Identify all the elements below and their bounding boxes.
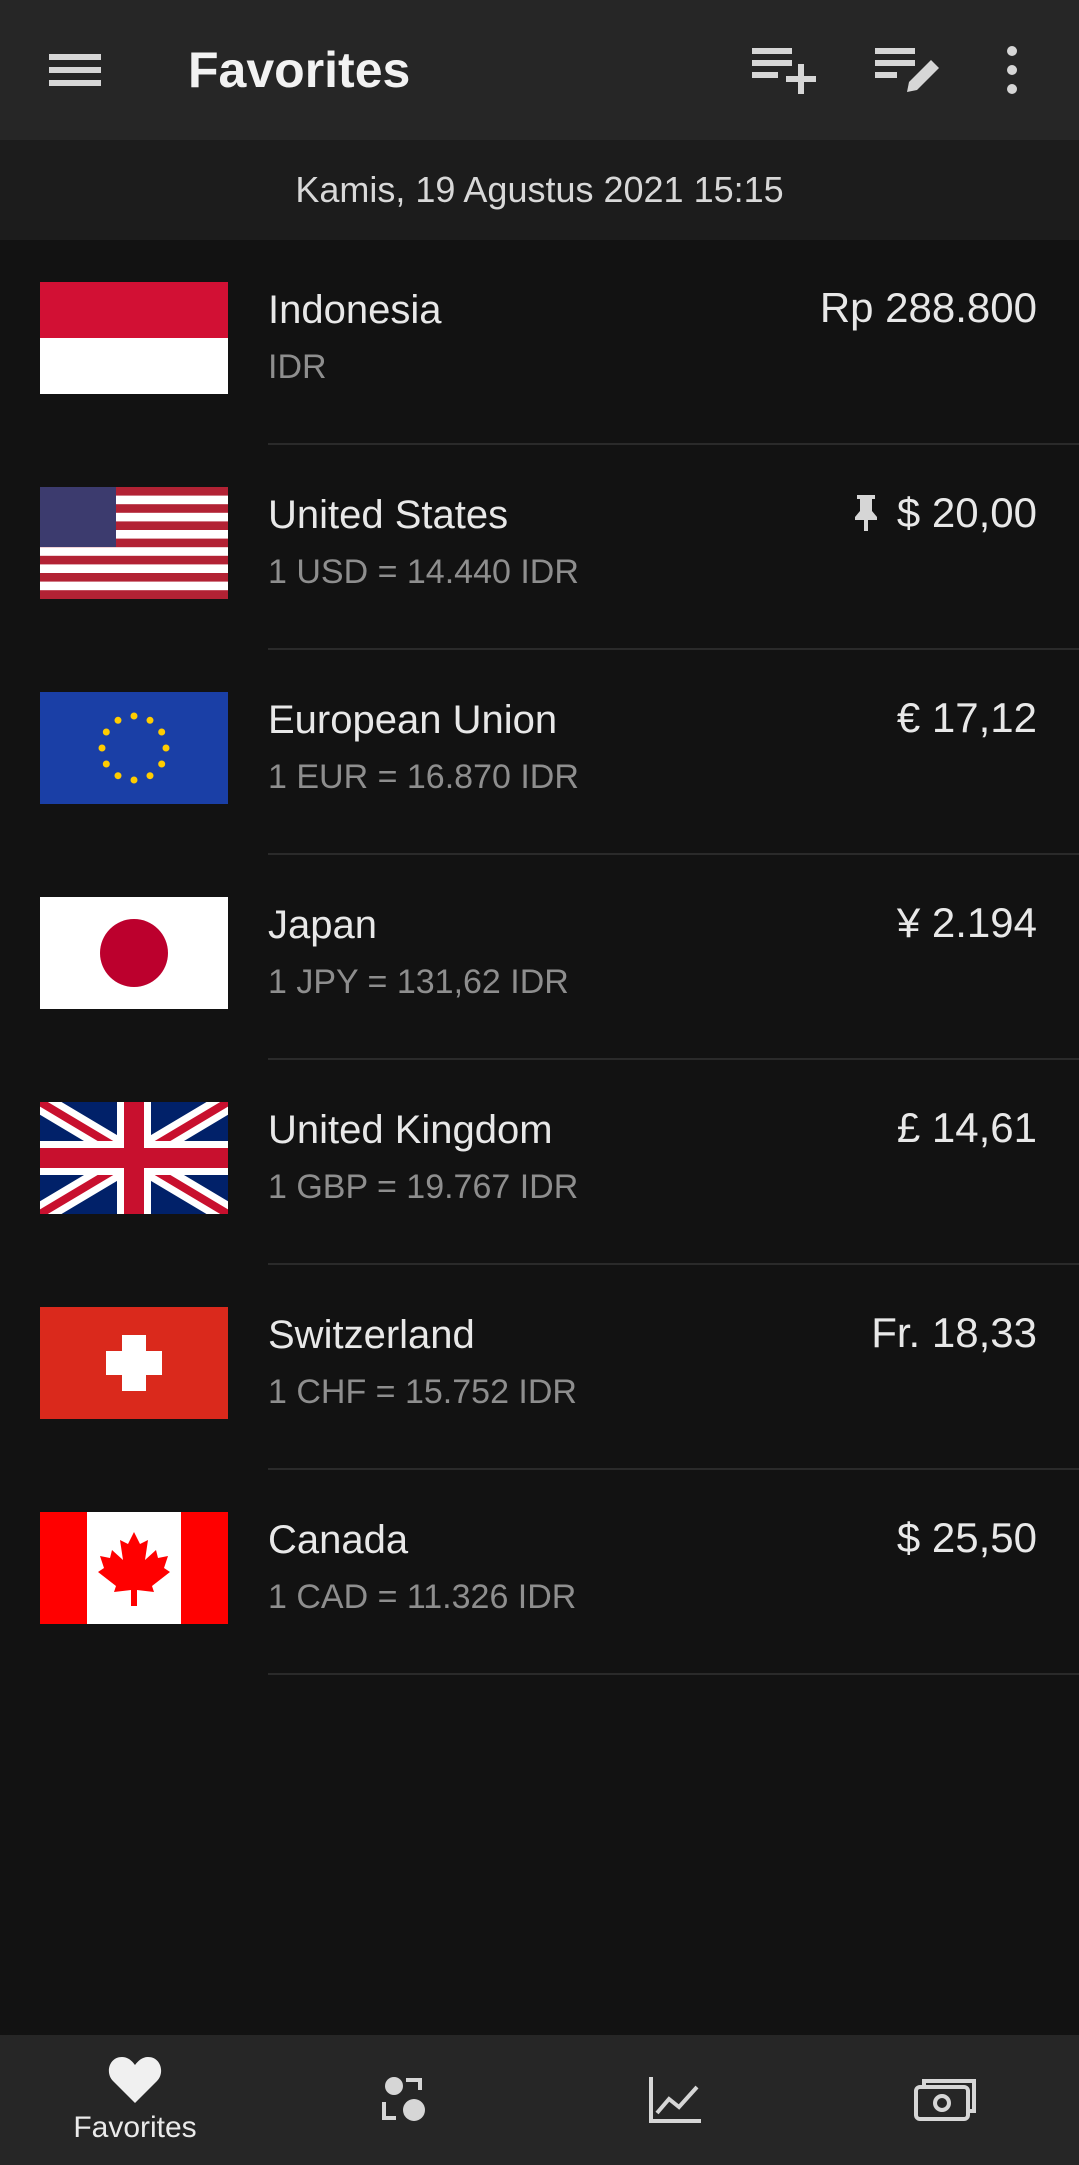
- country-name: Japan: [268, 903, 377, 947]
- heart-icon: [108, 2057, 162, 2103]
- banknote-icon: [914, 2079, 976, 2121]
- nav-favorites[interactable]: Favorites: [0, 2035, 270, 2165]
- converted-amount: ¥ 2.194: [897, 899, 1037, 947]
- amount-value: $ 20,00: [896, 489, 1037, 536]
- edit-list-button[interactable]: [868, 34, 948, 106]
- pin-icon: [854, 495, 877, 531]
- amount-value: € 17,12: [896, 694, 1037, 741]
- playlist-add-icon: [752, 48, 816, 94]
- nav-label: Favorites: [73, 2111, 197, 2144]
- exchange-rate: 1 CAD = 11.326 IDR: [268, 1578, 577, 1616]
- exchange-rate: 1 JPY = 131,62 IDR: [268, 963, 569, 1001]
- converted-amount: € 17,12: [897, 694, 1037, 742]
- chart-icon: [649, 2077, 701, 2123]
- country-name: United Kingdom: [268, 1108, 553, 1152]
- japan-flag-icon: [40, 897, 228, 1009]
- hamburger-menu-icon: [49, 54, 101, 86]
- amount-value: $ 25,50: [896, 1514, 1037, 1561]
- bottom-navigation: Favorites: [0, 2035, 1079, 2165]
- amount-value: Rp 288.800: [819, 284, 1037, 331]
- page-title: Favorites: [188, 42, 411, 98]
- app-bar: Favorites: [0, 0, 1079, 140]
- uk-flag-icon: [40, 1102, 228, 1214]
- country-name: European Union: [268, 698, 558, 742]
- currency-row-jpy[interactable]: Japan 1 JPY = 131,62 IDR ¥ 2.194: [0, 855, 1079, 1060]
- country-name: Switzerland: [268, 1313, 475, 1357]
- converted-amount: Rp 288.800: [820, 284, 1037, 332]
- exchange-rate: IDR: [268, 348, 327, 386]
- currency-row-idr[interactable]: Indonesia IDR Rp 288.800: [0, 240, 1079, 445]
- converted-amount: £ 14,61: [897, 1104, 1037, 1152]
- amount-value: £ 14,61: [896, 1104, 1037, 1151]
- converted-amount: $ 20,00: [853, 489, 1037, 537]
- exchange-rate: 1 EUR = 16.870 IDR: [268, 758, 579, 796]
- add-currency-button[interactable]: [745, 34, 825, 106]
- menu-button[interactable]: [40, 38, 110, 102]
- currency-exchange-icon: [382, 2077, 425, 2121]
- nav-banknotes[interactable]: [810, 2035, 1079, 2165]
- currency-row-eur[interactable]: European Union 1 EUR = 16.870 IDR € 17,1…: [0, 650, 1079, 855]
- switzerland-flag-icon: [40, 1307, 228, 1419]
- more-vert-icon: [1007, 46, 1017, 94]
- currency-row-chf[interactable]: Switzerland 1 CHF = 15.752 IDR Fr. 18,33: [0, 1265, 1079, 1470]
- favorites-list: Indonesia IDR Rp 288.800 United States 1…: [0, 240, 1079, 1675]
- exchange-rate: 1 GBP = 19.767 IDR: [268, 1168, 579, 1206]
- divider: [268, 1673, 1079, 1675]
- canada-flag-icon: [40, 1512, 228, 1624]
- currency-row-gbp[interactable]: United Kingdom 1 GBP = 19.767 IDR £ 14,6…: [0, 1060, 1079, 1265]
- converted-amount: $ 25,50: [897, 1514, 1037, 1562]
- nav-charts[interactable]: [540, 2035, 810, 2165]
- usa-flag-icon: [40, 487, 228, 599]
- exchange-rate: 1 CHF = 15.752 IDR: [268, 1373, 577, 1411]
- indonesia-flag-icon: [40, 282, 228, 394]
- country-name: Canada: [268, 1518, 409, 1562]
- last-updated-date: Kamis, 19 Agustus 2021 15:15: [295, 169, 784, 210]
- exchange-rate: 1 USD = 14.440 IDR: [268, 553, 579, 591]
- more-options-button[interactable]: [982, 34, 1042, 106]
- date-bar: Kamis, 19 Agustus 2021 15:15: [0, 140, 1079, 240]
- nav-convert[interactable]: [270, 2035, 540, 2165]
- amount-value: Fr. 18,33: [871, 1309, 1037, 1356]
- converted-amount: Fr. 18,33: [871, 1309, 1037, 1357]
- country-name: Indonesia: [268, 288, 442, 332]
- country-name: United States: [268, 493, 509, 537]
- playlist-edit-icon: [875, 48, 939, 92]
- currency-row-cad[interactable]: Canada 1 CAD = 11.326 IDR $ 25,50: [0, 1470, 1079, 1675]
- amount-value: ¥ 2.194: [896, 899, 1037, 946]
- currency-row-usd[interactable]: United States 1 USD = 14.440 IDR $ 20,00: [0, 445, 1079, 650]
- eu-flag-icon: [40, 692, 228, 804]
